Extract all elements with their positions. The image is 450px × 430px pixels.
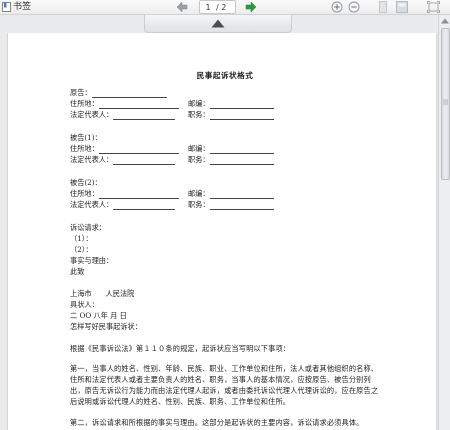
bookmark-icon <box>2 2 11 12</box>
legal-rep-blank <box>113 111 176 120</box>
legal-rep-blank <box>113 201 176 210</box>
address-blank <box>98 145 179 154</box>
defendant1-legal-rep-line: 法定代表人： <box>70 154 176 165</box>
position-blank <box>209 156 274 165</box>
legal-rep-label: 法定代表人： <box>70 110 114 119</box>
howto-title: 怎样写好民事起诉状： <box>70 322 142 331</box>
paragraph-one: 第一，当事人的姓名、性别、年龄、民族、职业、工作单位和住所，法人或者其他组织的名… <box>70 364 379 406</box>
prev-page-icon[interactable] <box>176 1 188 13</box>
postcode-label: 邮编： <box>188 99 210 108</box>
defendant2-legal-rep-line: 法定代表人： <box>70 199 176 210</box>
defendant1-line: 被告(1)： <box>70 132 102 143</box>
plaintiff-position-line: 职务： <box>188 109 274 120</box>
collapse-toolbar-tab[interactable] <box>144 15 292 33</box>
zoom-in-icon[interactable] <box>331 1 343 13</box>
address-label: 住所地： <box>70 99 99 108</box>
claim-1: （1）： <box>70 234 93 243</box>
address-label: 住所地： <box>70 144 99 153</box>
scroll-up-icon[interactable] <box>440 17 450 25</box>
plaintiff-postcode-line: 邮编： <box>188 98 274 109</box>
document-title: 民事起诉状格式 <box>196 71 254 80</box>
date-line: 二 OO 八年 月 日 <box>70 311 127 320</box>
scrollbar-thumb[interactable] <box>441 28 450 180</box>
page-number-box: 1 / 2 <box>199 0 236 14</box>
vertical-scrollbar[interactable] <box>438 15 450 430</box>
court-name: 人民法院 <box>105 289 135 298</box>
postcode-blank <box>209 100 274 109</box>
legal-rep-blank <box>113 156 176 165</box>
position-label: 职务： <box>188 155 210 164</box>
court-line: 上海市 人民法院 <box>70 288 134 299</box>
bookmark-label: 书签 <box>13 2 32 12</box>
toolbar: 书签 1 / 2 <box>0 0 450 15</box>
defendant1-position-line: 职务： <box>188 154 274 165</box>
plaintiff-blank <box>91 89 167 98</box>
plaintiff-label: 原告： <box>70 88 92 97</box>
document-page: 民事起诉状格式 原告： 住所地： 邮编： 法定代表人： 职务： 被告(1)： 住… <box>7 33 437 430</box>
postcode-label: 邮编： <box>188 189 210 198</box>
address-blank <box>98 100 179 109</box>
plaintiff-legal-rep-line: 法定代表人： <box>70 109 176 120</box>
address-label: 住所地： <box>70 189 99 198</box>
signer-line: 具状人： <box>70 300 99 309</box>
paragraph-intro: 根据《民事诉讼法》第１１０条的规定，起诉状应当写明以下事项： <box>70 344 291 353</box>
bookmark-button[interactable]: 书签 <box>2 1 31 13</box>
defendant2-address-line: 住所地： <box>70 188 179 199</box>
grip-icon <box>443 99 448 105</box>
zoom-out-icon[interactable] <box>348 1 360 13</box>
address-blank <box>98 190 179 199</box>
next-page-icon[interactable] <box>245 1 257 13</box>
position-blank <box>209 111 274 120</box>
position-label: 职务： <box>188 110 210 119</box>
court-city: 上海市 <box>70 289 92 298</box>
legal-rep-label: 法定代表人： <box>70 200 114 209</box>
postcode-blank <box>209 190 274 199</box>
postcode-blank <box>209 145 274 154</box>
pdf-viewer: 书签 1 / 2 民事起诉状格式 原告： 住所地： 邮编： 法定代表人： 职务：… <box>0 0 450 430</box>
closing-text: 此致 <box>70 267 85 276</box>
page-total: / 2 <box>216 2 227 12</box>
defendant2-line: 被告(2)： <box>70 177 102 188</box>
claims-label: 诉讼请求： <box>70 223 106 232</box>
defendant2-label: 被告(2)： <box>70 178 102 187</box>
defendant1-label: 被告(1)： <box>70 133 102 142</box>
postcode-label: 邮编： <box>188 144 210 153</box>
plaintiff-address-line: 住所地： <box>70 98 179 109</box>
claim-2: （2）： <box>70 245 93 254</box>
defendant2-postcode-line: 邮编： <box>188 188 274 199</box>
page-number-input[interactable]: 1 <box>200 3 216 12</box>
triangle-up-icon <box>211 19 225 28</box>
plaintiff-line: 原告： <box>70 87 167 98</box>
position-blank <box>209 201 274 210</box>
single-page-view-icon[interactable] <box>379 1 387 13</box>
position-label: 职务： <box>188 200 210 209</box>
facts-label: 事实与理由： <box>70 256 114 265</box>
defendant1-address-line: 住所地： <box>70 143 179 154</box>
legal-rep-label: 法定代表人： <box>70 155 114 164</box>
continuous-view-icon[interactable] <box>396 1 408 13</box>
defendant2-position-line: 职务： <box>188 199 274 210</box>
fit-page-icon[interactable] <box>427 1 440 13</box>
paragraph-two: 第二，诉讼请求和所根据的事实与理由。这部分是起诉状的主要内容，诉讼请求必须具体。 <box>70 418 364 427</box>
defendant1-postcode-line: 邮编： <box>188 143 274 154</box>
